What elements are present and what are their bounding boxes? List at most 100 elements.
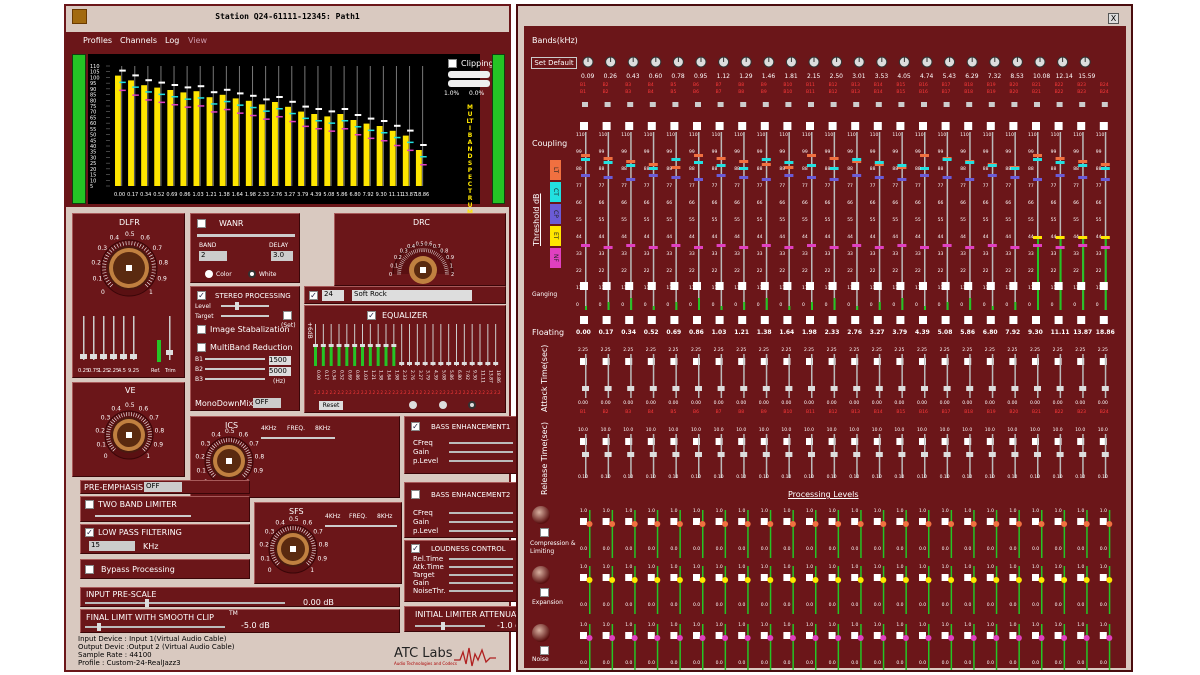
menu-channels[interactable]: Channels bbox=[120, 36, 157, 45]
preset-checkbox[interactable]: ✓ bbox=[309, 291, 318, 300]
loudness-checkbox[interactable]: ✓ bbox=[411, 544, 420, 553]
v5000-input[interactable]: 5000 bbox=[269, 367, 291, 376]
release-thumb bbox=[717, 452, 725, 457]
lowpass-select[interactable]: 15 bbox=[89, 541, 135, 551]
b3-slider[interactable] bbox=[205, 378, 265, 380]
bass2-checkbox[interactable] bbox=[411, 490, 420, 499]
prescale-slider[interactable] bbox=[85, 599, 285, 607]
wanr-slider[interactable] bbox=[197, 234, 295, 237]
attack-thumb bbox=[785, 386, 793, 391]
color-radio[interactable] bbox=[205, 270, 213, 278]
v1500-input[interactable]: 1500 bbox=[269, 356, 291, 365]
ve-dial[interactable]: 00.10.20.30.4 0.5 0.60.70.80.91 bbox=[83, 393, 177, 475]
threshold-tick: 33 bbox=[847, 251, 853, 257]
dial-scale-label: 0 bbox=[268, 567, 272, 574]
eq-db-label: 2.2 bbox=[361, 390, 368, 395]
proc-rail bbox=[1086, 624, 1088, 670]
spectrum-cyan bbox=[276, 108, 283, 110]
finallimit-slider[interactable] bbox=[85, 623, 225, 631]
proc-rail bbox=[589, 510, 591, 558]
dlfr-fader-rail bbox=[93, 316, 95, 360]
param-slider[interactable] bbox=[449, 451, 513, 453]
dlfr-dial[interactable]: 00.10.20.30.40.50.60.70.80.91 bbox=[79, 226, 179, 314]
image-stab-checkbox[interactable] bbox=[197, 325, 206, 334]
white-radio[interactable] bbox=[248, 270, 256, 278]
menu-view[interactable]: View bbox=[188, 36, 207, 45]
eq-radio-2[interactable] bbox=[439, 401, 447, 409]
param-slider[interactable] bbox=[449, 582, 513, 584]
bypass-checkbox[interactable] bbox=[85, 565, 94, 574]
spectrum-bar bbox=[232, 98, 239, 186]
eq-radio-1[interactable] bbox=[409, 401, 417, 409]
threshold-tick: 110 bbox=[915, 132, 924, 138]
threshold-marker bbox=[987, 164, 997, 167]
proc-rail bbox=[656, 510, 659, 558]
clipping-checkbox[interactable] bbox=[448, 59, 457, 68]
spectrum-magenta bbox=[236, 112, 244, 114]
proc-bottom: 0.0 bbox=[987, 602, 994, 608]
param-slider[interactable] bbox=[449, 512, 513, 514]
threshold-tick: 88 bbox=[802, 166, 808, 172]
param-slider[interactable] bbox=[449, 530, 513, 532]
mono-select[interactable]: OFF bbox=[253, 398, 281, 408]
multiband-checkbox[interactable] bbox=[197, 343, 206, 352]
mono-label: MonoDownMix bbox=[195, 399, 254, 408]
param-label: p.Level bbox=[413, 457, 439, 465]
eq-sliders[interactable]: 0.00 0.17 0.34 0.52 0.69 0.86 1.03 1.21 1.38 1.64… bbox=[311, 322, 505, 396]
param-slider[interactable] bbox=[449, 521, 513, 523]
initlimit-slider[interactable] bbox=[415, 622, 485, 630]
lowpass-checkbox[interactable]: ✓ bbox=[85, 528, 94, 537]
proc-checkbox bbox=[647, 632, 655, 639]
proc-bottom: 0.0 bbox=[783, 546, 790, 552]
proc-top: 1.0 bbox=[1009, 622, 1016, 628]
eq-reset-button[interactable]: Reset bbox=[319, 401, 343, 410]
stereo-checkbox[interactable]: ✓ bbox=[197, 291, 206, 300]
param-slider[interactable] bbox=[449, 442, 513, 444]
band-controls-grid[interactable]: 0.09 0.26 0.43 0.60 0.78 0.95 1.12 1.29 1.46 1.81… bbox=[518, 6, 1131, 670]
threshold-tick: 66 bbox=[779, 200, 785, 206]
b1-slider[interactable] bbox=[205, 358, 265, 360]
threshold-tick: 33 bbox=[938, 251, 944, 257]
preset-number-select[interactable]: 24 bbox=[322, 290, 344, 301]
eq-db-label: 2.2 bbox=[345, 390, 352, 395]
param-slider[interactable] bbox=[449, 460, 513, 462]
preset-name-select[interactable]: Soft Rock bbox=[352, 290, 472, 301]
proc-rail bbox=[905, 624, 907, 670]
target-slider[interactable] bbox=[221, 315, 269, 317]
param-slider[interactable] bbox=[449, 566, 513, 568]
preemph-select[interactable]: OFF bbox=[144, 482, 182, 492]
delay-input[interactable]: 3.0 bbox=[271, 251, 293, 261]
threshold-tick: 88 bbox=[1028, 166, 1034, 172]
threshold-tick: 55 bbox=[847, 217, 853, 223]
ics-freq-slider[interactable] bbox=[261, 437, 335, 439]
param-slider[interactable] bbox=[449, 574, 513, 576]
threshold-tick: 110 bbox=[644, 132, 653, 138]
eq-radio-3[interactable] bbox=[468, 401, 476, 409]
threshold-tick: 88 bbox=[644, 166, 650, 172]
proc-thumb bbox=[1106, 577, 1113, 583]
twoband-checkbox[interactable] bbox=[85, 500, 94, 509]
attack-band: B7 bbox=[716, 409, 722, 415]
threshold-tick: 44 bbox=[712, 234, 718, 240]
atc-logo-text: ATC Labs bbox=[394, 646, 453, 661]
menu-log[interactable]: Log bbox=[165, 36, 179, 45]
bass1-checkbox[interactable]: ✓ bbox=[411, 422, 420, 431]
proc-thumb bbox=[970, 521, 977, 527]
dlfr-faders[interactable]: 0.250.751.252.254.5 9.25 Ref. Trim bbox=[77, 312, 182, 376]
param-slider[interactable] bbox=[449, 558, 513, 560]
twoband-slider[interactable] bbox=[95, 515, 191, 517]
band-select[interactable]: 2 bbox=[199, 251, 227, 261]
proc-top: 1.0 bbox=[964, 622, 971, 628]
b2-slider[interactable] bbox=[205, 368, 265, 370]
menu-profiles[interactable]: Profiles bbox=[83, 36, 112, 45]
param-slider[interactable] bbox=[449, 590, 513, 592]
proc-checkbox bbox=[715, 574, 723, 581]
eq-checkbox[interactable]: ✓ bbox=[367, 311, 376, 320]
drc-dial[interactable]: 00.10.20.30.4 0.5 0.6 0.70.80.912 bbox=[371, 222, 471, 286]
wanr-checkbox[interactable] bbox=[197, 219, 206, 228]
eq-freq-label: 9.30 bbox=[472, 370, 478, 380]
set-checkbox[interactable] bbox=[283, 311, 292, 320]
sfs-freq-slider[interactable] bbox=[325, 525, 397, 527]
dial-checkbox bbox=[126, 265, 132, 271]
level-slider[interactable] bbox=[221, 302, 269, 310]
